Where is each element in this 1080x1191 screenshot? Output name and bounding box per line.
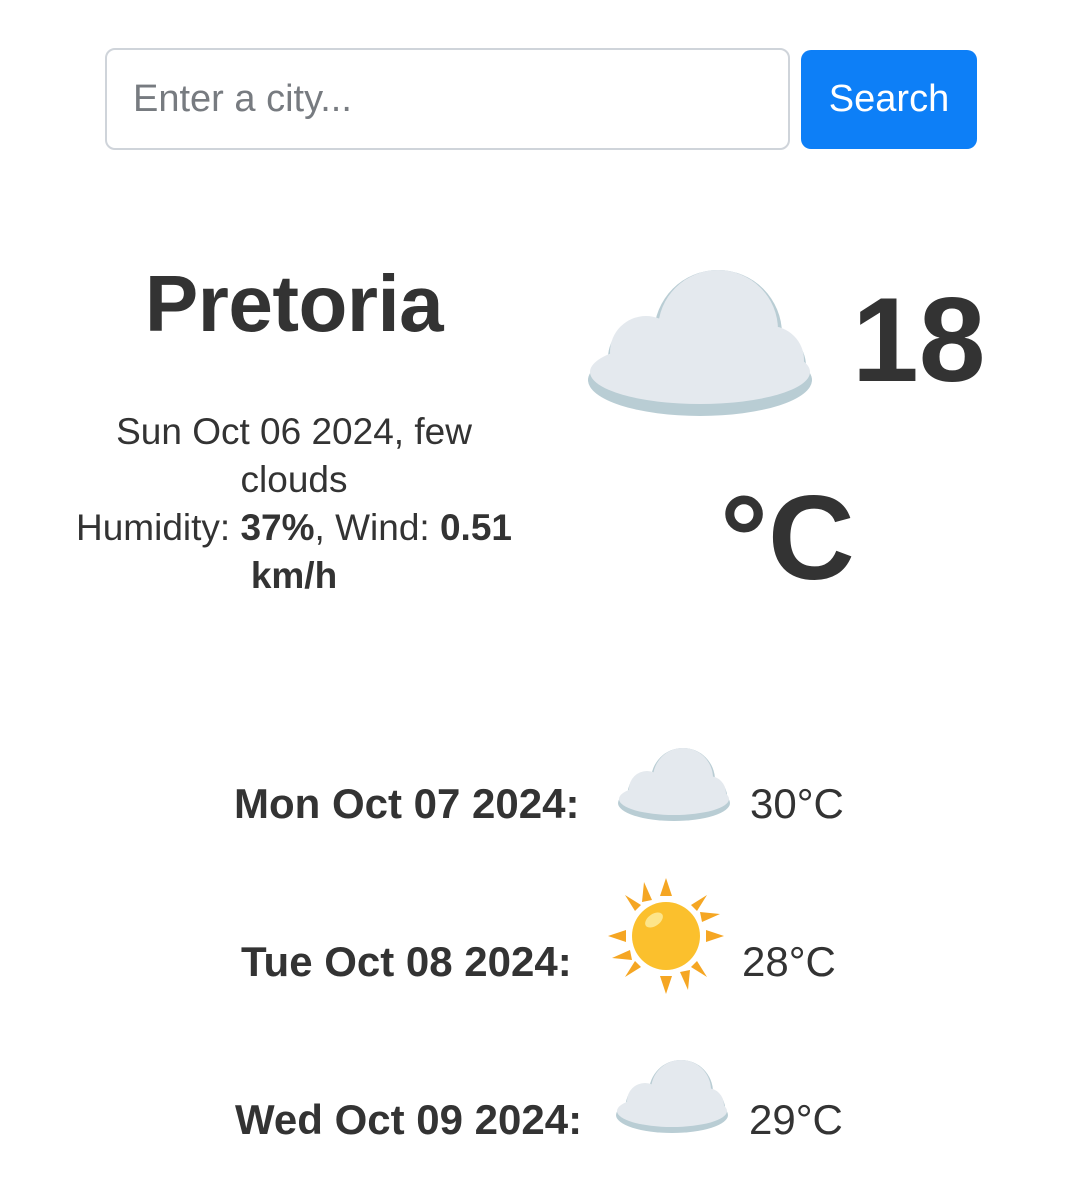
forecast-item: Mon Oct 07 2024: 30°C xyxy=(0,730,1080,860)
humidity-wind: Humidity: 37%, Wind: 0.51 km/h xyxy=(60,504,528,600)
humidity-label: Humidity: xyxy=(76,507,241,548)
cloud-icon xyxy=(588,270,812,416)
forecast-temperature: 29°C xyxy=(749,1096,843,1143)
search-button[interactable]: Search xyxy=(801,50,977,149)
city-search-input[interactable] xyxy=(105,48,790,150)
wind-label: , Wind: xyxy=(314,507,440,548)
forecast-date: Wed Oct 09 2024: xyxy=(235,1096,583,1143)
forecast-temperature: 28°C xyxy=(742,938,836,985)
temperature-unit: °C xyxy=(720,471,855,605)
forecast-date: Mon Oct 07 2024: xyxy=(234,780,580,827)
cloud-icon xyxy=(618,748,730,821)
current-conditions: Sun Oct 06 2024, few clouds Humidity: 37… xyxy=(60,408,528,600)
current-temperature: 18 xyxy=(852,273,986,407)
date-description: Sun Oct 06 2024, few clouds xyxy=(116,411,472,500)
forecast-item: Tue Oct 08 2024: 28°C xyxy=(0,878,1080,1010)
forecast-temperature: 30°C xyxy=(750,780,844,827)
search-bar: Search xyxy=(105,48,977,150)
cloud-icon xyxy=(616,1060,728,1133)
city-name: Pretoria xyxy=(144,259,444,348)
forecast-item: Wed Oct 09 2024: 29°C xyxy=(0,1050,1080,1180)
weather-app: Search Pretoria Sun Oct 06 2024, few clo… xyxy=(0,0,1080,1191)
sun-icon xyxy=(608,878,724,994)
forecast-date: Tue Oct 08 2024: xyxy=(241,938,572,985)
humidity-value: 37% xyxy=(240,507,315,548)
